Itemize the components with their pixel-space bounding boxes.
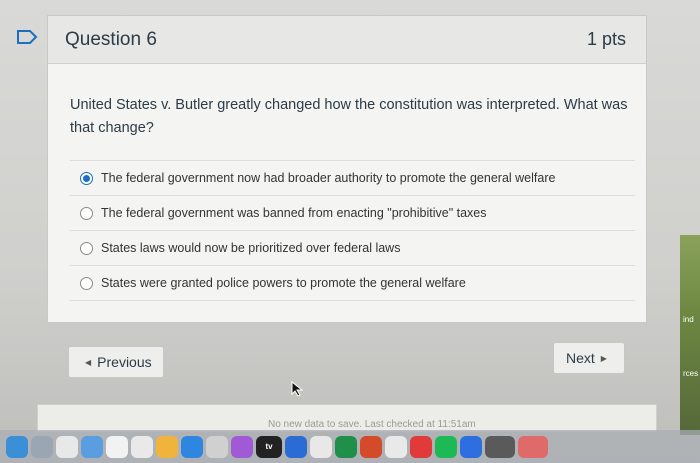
answer-label: States laws would now be prioritized ove… bbox=[101, 241, 401, 255]
no-entry-icon[interactable] bbox=[131, 435, 153, 458]
window-thumbnail-icon[interactable] bbox=[518, 435, 548, 458]
autosave-status-text: No new data to save. Last checked at 11:… bbox=[268, 419, 476, 430]
dock: tv bbox=[0, 430, 700, 463]
powerpoint-icon[interactable] bbox=[360, 435, 382, 458]
bookmark-icon[interactable] bbox=[16, 28, 38, 46]
previous-button[interactable]: ◀ Previous bbox=[68, 346, 164, 378]
apple-tv-icon[interactable]: tv bbox=[256, 435, 282, 458]
question-body: United States v. Butler greatly changed … bbox=[48, 64, 646, 301]
mouse-cursor-icon bbox=[291, 380, 304, 402]
radio-button[interactable] bbox=[80, 206, 93, 220]
previous-label: Previous bbox=[97, 354, 152, 370]
side-panel-text: ind bbox=[683, 315, 694, 324]
apple-tv-label: tv bbox=[265, 442, 273, 451]
radio-button[interactable] bbox=[80, 276, 93, 290]
photo-booth-icon[interactable] bbox=[410, 435, 432, 458]
finder-icon[interactable] bbox=[6, 435, 28, 458]
answer-option[interactable]: The federal government was banned from e… bbox=[70, 196, 635, 231]
radio-button[interactable] bbox=[80, 171, 93, 185]
question-title: Question 6 bbox=[65, 28, 157, 50]
side-panel-text: rces bbox=[683, 369, 699, 378]
books-icon[interactable] bbox=[156, 435, 178, 458]
next-label: Next bbox=[566, 350, 595, 366]
question-points: 1 pts bbox=[586, 29, 626, 49]
answer-label: The federal government was banned from e… bbox=[101, 206, 487, 220]
app-store-icon[interactable] bbox=[181, 435, 203, 458]
podcasts-icon[interactable] bbox=[231, 435, 253, 458]
next-button[interactable]: Next ▶ bbox=[553, 342, 625, 374]
answer-option[interactable]: States were granted police powers to pro… bbox=[70, 266, 635, 301]
chevron-left-icon: ◀ bbox=[85, 357, 92, 367]
excel-icon[interactable] bbox=[335, 435, 357, 458]
launchpad-icon[interactable] bbox=[31, 435, 53, 458]
answer-option[interactable]: The federal government now had broader a… bbox=[70, 161, 635, 196]
calendar-icon[interactable] bbox=[106, 435, 128, 458]
music-icon[interactable] bbox=[310, 435, 332, 458]
answer-label: States were granted police powers to pro… bbox=[101, 276, 466, 290]
spotify-icon[interactable] bbox=[435, 435, 457, 458]
question-header: Question 6 1 pts bbox=[48, 16, 646, 64]
notes-icon[interactable] bbox=[56, 435, 78, 458]
chevron-right-icon: ▶ bbox=[600, 353, 607, 363]
autosave-status-bar: No new data to save. Last checked at 11:… bbox=[37, 404, 657, 432]
side-panel: ind rces bbox=[680, 235, 700, 435]
word-icon[interactable] bbox=[285, 435, 307, 458]
answer-label: The federal government now had broader a… bbox=[101, 171, 556, 185]
stocks-icon[interactable] bbox=[81, 435, 103, 458]
question-card: Question 6 1 pts United States v. Butler… bbox=[47, 15, 647, 323]
answer-option[interactable]: States laws would now be prioritized ove… bbox=[70, 231, 635, 266]
settings-icon[interactable] bbox=[206, 435, 228, 458]
chrome-icon[interactable] bbox=[385, 435, 407, 458]
radio-button[interactable] bbox=[80, 241, 93, 255]
zoom-icon[interactable] bbox=[460, 435, 482, 458]
answer-list: The federal government now had broader a… bbox=[70, 160, 635, 301]
question-text: United States v. Butler greatly changed … bbox=[70, 97, 628, 136]
window-thumbnail-icon[interactable] bbox=[485, 435, 515, 458]
